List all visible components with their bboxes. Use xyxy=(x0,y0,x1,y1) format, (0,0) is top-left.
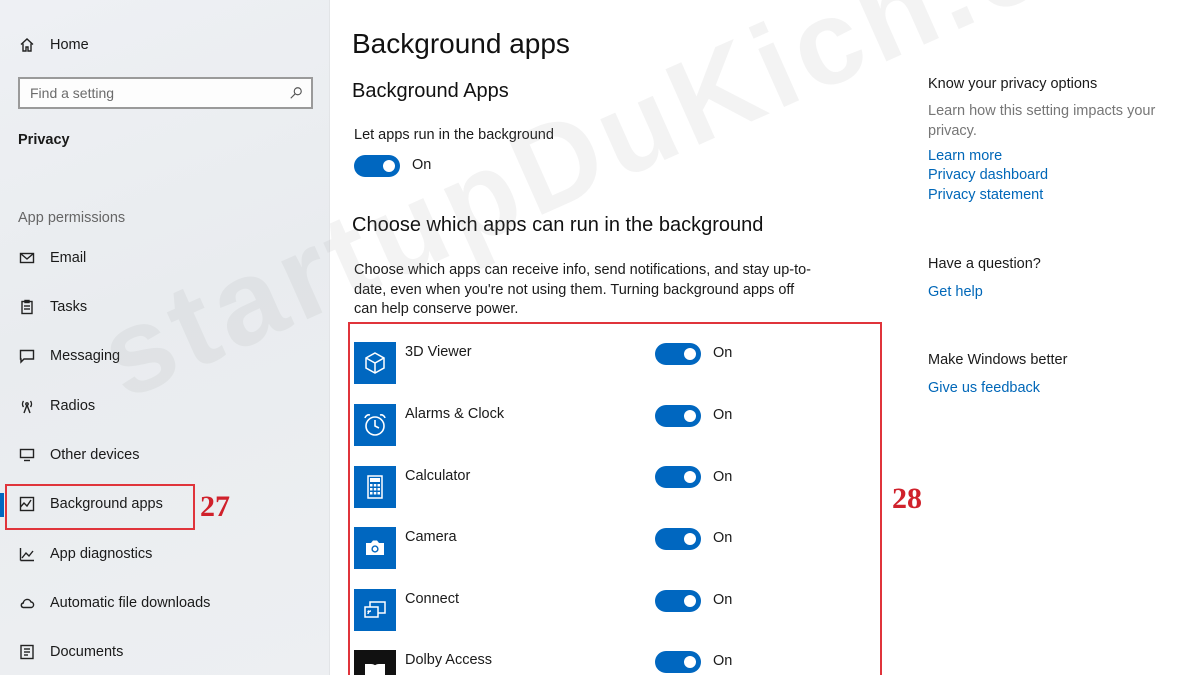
group-title: App permissions xyxy=(18,210,126,226)
sidebar-item-messaging[interactable]: Messaging xyxy=(0,336,330,376)
main-content: Background apps Background Apps Let apps… xyxy=(330,0,1200,675)
get-help-link[interactable]: Get help xyxy=(928,284,983,300)
search-box[interactable] xyxy=(18,77,313,109)
section-subtitle: Background Apps xyxy=(352,80,509,102)
choose-heading: Choose which apps can run in the backgro… xyxy=(352,214,764,236)
sidebar-item-label: App diagnostics xyxy=(50,546,153,562)
sidebar-item-email[interactable]: Email xyxy=(0,238,330,278)
sidebar-item-label: Automatic file downloads xyxy=(50,595,211,611)
antenna-icon xyxy=(18,397,36,415)
sidebar-item-tasks[interactable]: Tasks xyxy=(0,287,330,327)
search-icon xyxy=(290,87,302,99)
feedback-link[interactable]: Give us feedback xyxy=(928,380,1040,396)
home-label: Home xyxy=(50,37,89,53)
learn-more-link[interactable]: Learn more xyxy=(928,148,1002,164)
sidebar-item-documents[interactable]: Documents xyxy=(0,632,330,672)
sidebar-item-label: Other devices xyxy=(50,447,140,463)
toggle-knob xyxy=(383,160,395,172)
annotation-number-right: 28 xyxy=(892,482,922,515)
master-toggle-state: On xyxy=(412,157,432,173)
sidebar-item-other-devices[interactable]: Other devices xyxy=(0,435,330,475)
home-icon xyxy=(18,36,36,54)
sidebar: Home Privacy App permissions Email Tasks… xyxy=(0,0,330,675)
privacy-options-desc: Learn how this setting impacts your priv… xyxy=(928,103,1156,139)
devices-icon xyxy=(18,446,36,464)
selected-indicator xyxy=(0,493,4,517)
chat-icon xyxy=(18,347,36,365)
document-icon xyxy=(18,643,36,661)
sidebar-item-app-diagnostics[interactable]: App diagnostics xyxy=(0,534,330,574)
cloud-icon xyxy=(18,594,36,612)
sidebar-item-label: Documents xyxy=(50,644,124,660)
privacy-statement-link[interactable]: Privacy statement xyxy=(928,187,1043,203)
annotation-box-left xyxy=(5,484,195,530)
privacy-options-heading: Know your privacy options xyxy=(928,76,1098,92)
chart-icon xyxy=(18,545,36,563)
home-nav[interactable]: Home xyxy=(0,25,330,65)
clipboard-icon xyxy=(18,298,36,316)
sidebar-item-label: Tasks xyxy=(50,299,88,315)
sidebar-item-label: Radios xyxy=(50,398,96,414)
sidebar-item-radios[interactable]: Radios xyxy=(0,386,330,426)
sidebar-item-label: Messaging xyxy=(50,348,121,364)
privacy-dashboard-link[interactable]: Privacy dashboard xyxy=(928,167,1048,183)
page-title: Background apps xyxy=(352,28,570,59)
annotation-box-right xyxy=(348,322,882,675)
make-windows-better-heading: Make Windows better xyxy=(928,352,1068,368)
sidebar-item-automatic-file-downloads[interactable]: Automatic file downloads xyxy=(0,583,330,623)
annotation-number-left: 27 xyxy=(200,490,230,523)
section-title: Privacy xyxy=(18,132,70,148)
master-toggle[interactable] xyxy=(354,155,400,177)
mail-icon xyxy=(18,249,36,267)
question-heading: Have a question? xyxy=(928,256,1041,272)
master-toggle-label: Let apps run in the background xyxy=(354,127,554,143)
search-input[interactable] xyxy=(30,85,280,101)
sidebar-item-label: Email xyxy=(50,250,87,266)
choose-description: Choose which apps can receive info, send… xyxy=(354,262,812,317)
